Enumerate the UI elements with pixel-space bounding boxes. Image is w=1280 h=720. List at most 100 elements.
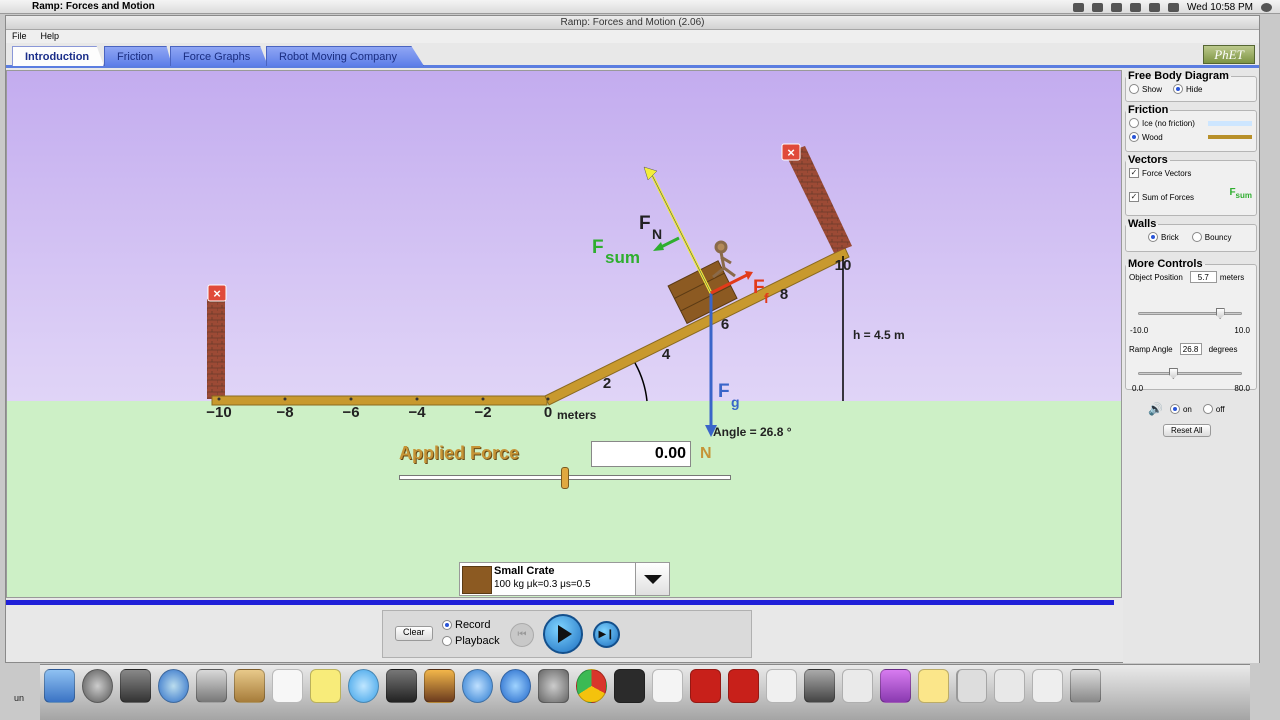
wifi-icon[interactable]	[1130, 2, 1142, 12]
calendar-icon[interactable]	[652, 669, 683, 703]
rewind-icon[interactable]: ⏮	[510, 623, 534, 647]
volume-icon[interactable]	[1149, 2, 1161, 12]
video-editor-icon[interactable]	[804, 669, 835, 703]
tab-introduction[interactable]: Introduction	[12, 46, 104, 66]
ramp-tick-label: 10	[835, 257, 852, 274]
sound-off-radio[interactable]	[1202, 404, 1213, 414]
contacts-icon[interactable]	[234, 669, 265, 703]
fbd-show-radio[interactable]	[1129, 84, 1139, 94]
itunes-icon[interactable]	[462, 669, 493, 703]
normal-force-label: F	[639, 213, 651, 234]
ice-radio[interactable]	[1129, 118, 1139, 128]
safari-icon[interactable]	[158, 669, 189, 703]
applied-force-input[interactable]: 0.00	[591, 441, 691, 467]
tab-friction[interactable]: Friction	[104, 46, 172, 66]
documents-stack-icon[interactable]	[1032, 669, 1063, 703]
clear-button[interactable]: Clear	[395, 626, 433, 641]
launchpad-icon[interactable]	[82, 669, 113, 703]
link-icon[interactable]	[1073, 2, 1085, 12]
stickies-icon[interactable]	[918, 669, 949, 703]
kindle-icon[interactable]	[614, 669, 645, 703]
utility-icon[interactable]	[880, 669, 911, 703]
help-menu[interactable]: Help	[41, 30, 60, 43]
reminders-icon[interactable]	[272, 669, 303, 703]
time-progress-bar[interactable]	[6, 600, 1114, 605]
record-radio[interactable]	[442, 620, 452, 630]
radio-label: Brick	[1161, 232, 1179, 242]
fbd-hide-radio[interactable]	[1173, 84, 1184, 94]
app-store-icon[interactable]	[500, 669, 531, 703]
object-name: Small Crate	[494, 565, 555, 577]
playback-radio[interactable]	[442, 636, 452, 646]
meters-label: meters	[557, 408, 597, 422]
svg-text:×: ×	[213, 286, 221, 301]
messages-icon[interactable]	[348, 669, 379, 703]
spotlight-search-icon[interactable]	[1261, 2, 1272, 12]
force-vectors-checkbox[interactable]: ✓	[1129, 168, 1139, 178]
notes-icon[interactable]	[310, 669, 341, 703]
chrome-icon[interactable]	[576, 669, 607, 703]
app-menu-bar: File Help	[6, 30, 1259, 43]
phet-logo: PhET	[1203, 45, 1255, 64]
tab-bar: Introduction Friction Force Graphs Robot…	[6, 44, 1259, 68]
object-position-input[interactable]: 5.7	[1189, 271, 1217, 283]
play-icon[interactable]	[543, 614, 583, 654]
flat-ramp	[211, 395, 548, 406]
x-tick-label: −8	[276, 404, 293, 421]
java-icon[interactable]	[766, 669, 797, 703]
sound-on-radio[interactable]	[1169, 404, 1180, 414]
brick-radio[interactable]	[1148, 232, 1158, 242]
bluetooth-icon[interactable]	[1111, 2, 1123, 12]
ramp-angle-thumb[interactable]	[1168, 368, 1178, 379]
reset-all-button[interactable]: Reset All	[1163, 424, 1211, 437]
ramp-angle-slider[interactable]	[1138, 372, 1242, 375]
radio-label: Ice (no friction)	[1142, 118, 1195, 128]
object-selector[interactable]: Small Crate 100 kg μk=0.3 μs=0.5	[459, 562, 670, 596]
step-icon[interactable]: ▶❙	[593, 621, 620, 648]
app-name-menu[interactable]: Ramp: Forces and Motion	[32, 1, 155, 12]
script-icon[interactable]	[1092, 2, 1104, 12]
dropdown-arrow-icon[interactable]	[635, 563, 669, 595]
tab-force-graphs[interactable]: Force Graphs	[170, 46, 268, 66]
trash-icon[interactable]	[1070, 669, 1101, 703]
angle-arc	[634, 362, 648, 402]
object-position-thumb[interactable]	[1215, 308, 1225, 319]
object-position-slider[interactable]	[1138, 312, 1242, 315]
friction-force-subscript: f	[764, 290, 769, 306]
gravity-force-label: F	[718, 381, 730, 402]
file-menu[interactable]: File	[12, 30, 27, 43]
applied-force-slider-thumb[interactable]	[561, 467, 569, 489]
preview-icon[interactable]	[842, 669, 873, 703]
ramp-tick-label: 4	[662, 346, 671, 363]
wood-radio[interactable]	[1129, 132, 1139, 142]
ramp-tick-label: 2	[603, 375, 611, 392]
acrobat-icon[interactable]	[690, 669, 721, 703]
friction-force-label: F	[753, 277, 765, 298]
checkbox-label: Force Vectors	[1142, 168, 1192, 178]
mail-icon[interactable]	[196, 669, 227, 703]
downloads-stack-icon[interactable]	[994, 669, 1025, 703]
sound-controls: 🔊 on off	[1145, 402, 1225, 416]
sum-force-label: F	[592, 237, 604, 258]
ramp-angle-input[interactable]: 26.8	[1179, 343, 1202, 355]
applied-force-unit: N	[700, 445, 712, 462]
system-preferences-icon[interactable]	[538, 669, 569, 703]
angle-min: 0.0	[1132, 384, 1144, 393]
tab-robot-moving-company[interactable]: Robot Moving Company	[266, 46, 424, 66]
sum-of-forces-checkbox[interactable]: ✓	[1129, 192, 1139, 202]
document-stack-icon[interactable]	[956, 669, 987, 703]
battery-icon[interactable]	[1168, 2, 1180, 12]
menu-bar-status: Wed 10:58 PM	[1073, 0, 1272, 14]
clock[interactable]: Wed 10:58 PM	[1187, 2, 1253, 13]
window-title: Ramp: Forces and Motion (2.06)	[6, 16, 1259, 30]
mission-control-icon[interactable]	[120, 669, 151, 703]
iphoto-icon[interactable]	[424, 669, 455, 703]
speaker-icon: 🔊	[1148, 402, 1163, 416]
facetime-icon[interactable]	[386, 669, 417, 703]
normal-force-subscript: N	[652, 226, 662, 242]
adobe-reader-icon[interactable]	[728, 669, 759, 703]
applied-force-label: Applied Force	[399, 443, 520, 463]
bouncy-radio[interactable]	[1191, 232, 1202, 242]
finder-icon[interactable]	[44, 669, 75, 703]
wood-swatch	[1208, 135, 1252, 139]
